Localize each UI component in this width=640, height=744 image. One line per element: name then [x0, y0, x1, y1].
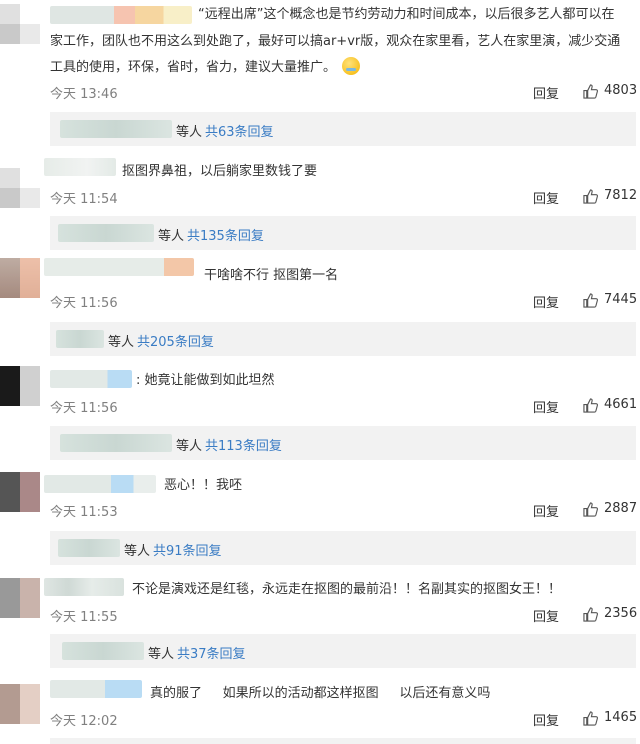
like-count: 4661: [604, 397, 638, 412]
comment-text: 家工作，团队也不用这么到处跑了，最好可以搞ar+vr版，观众在家里看，艺人在家里…: [50, 34, 621, 49]
replies-etc: 等人: [124, 544, 151, 559]
avatar[interactable]: [0, 4, 40, 44]
username-blurred[interactable]: [44, 578, 124, 596]
username-blurred[interactable]: [44, 258, 194, 276]
reply-button[interactable]: 回复: [533, 710, 559, 729]
replies-etc: 等人: [158, 229, 185, 244]
timestamp: 今天 13:46: [50, 87, 118, 102]
like-count: 1465: [604, 710, 638, 725]
replies-bar[interactable]: 等人 共113条回复: [50, 426, 636, 460]
replies-bar[interactable]: 等人 共135条回复: [50, 216, 636, 250]
timestamp: 今天 11:54: [50, 192, 118, 207]
thumbs-up-icon[interactable]: [583, 607, 598, 622]
replies-count-link[interactable]: 共37条回复: [177, 643, 246, 662]
thumbs-up-icon[interactable]: [583, 293, 598, 308]
avatar[interactable]: [0, 168, 40, 208]
username-blurred[interactable]: [50, 6, 192, 24]
replier-names-blurred: [60, 434, 172, 452]
replies-etc: 等人: [176, 439, 203, 454]
username-blurred[interactable]: [44, 158, 116, 176]
reply-button[interactable]: 回复: [533, 292, 559, 311]
replies-bar[interactable]: 等人 共91条回复: [50, 531, 636, 565]
thumbs-up-icon[interactable]: [583, 189, 598, 204]
replies-count-link[interactable]: 共91条回复: [153, 540, 222, 559]
replier-names-blurred: [56, 330, 104, 348]
replies-bar[interactable]: 等人 共205条回复: [50, 322, 636, 356]
reply-button[interactable]: 回复: [533, 83, 559, 102]
replier-names-blurred: [58, 224, 154, 242]
like-count: 2356: [604, 606, 638, 621]
avatar[interactable]: [0, 472, 40, 512]
replies-bar[interactable]: [50, 738, 636, 744]
like-count: 4803: [604, 83, 638, 98]
timestamp: 今天 12:02: [50, 714, 118, 729]
replies-etc: 等人: [148, 647, 175, 662]
replies-bar[interactable]: 等人 共63条回复: [50, 112, 636, 146]
reply-button[interactable]: 回复: [533, 188, 559, 207]
comment-text: 工具的使用，环保，省时，省力，建议大量推广。: [50, 57, 361, 78]
username-blurred[interactable]: [50, 370, 132, 388]
comment-text: 真的服了 如果所以的活动都这样抠图 以后还有意义吗: [150, 686, 491, 701]
avatar[interactable]: [0, 578, 40, 618]
username-blurred[interactable]: [44, 475, 156, 493]
comment-text: 恶心！！我呸: [164, 478, 243, 493]
thumbs-up-icon[interactable]: [583, 502, 598, 517]
avatar[interactable]: [0, 684, 40, 724]
comment-text: : 她竟让能做到如此坦然: [136, 373, 275, 388]
replies-count-link[interactable]: 共113条回复: [205, 435, 282, 454]
replies-count-link[interactable]: 共205条回复: [137, 331, 214, 350]
username-blurred[interactable]: [50, 680, 142, 698]
reply-button[interactable]: 回复: [533, 501, 559, 520]
replier-names-blurred: [60, 120, 172, 138]
timestamp: 今天 11:53: [50, 505, 118, 520]
replies-etc: 等人: [176, 125, 203, 140]
timestamp: 今天 11:56: [50, 296, 118, 311]
avatar[interactable]: [0, 366, 40, 406]
smile-emoji-icon: [342, 57, 361, 75]
comment-text: “远程出席”这个概念也是节约劳动力和时间成本，以后很多艺人都可以在: [198, 7, 615, 22]
replier-names-blurred: [62, 642, 144, 660]
reply-button[interactable]: 回复: [533, 606, 559, 625]
like-count: 2887: [604, 501, 638, 516]
comment-text: 抠图界鼻祖，以后躺家里数钱了要: [122, 164, 318, 179]
like-count: 7812: [604, 188, 638, 203]
replies-count-link[interactable]: 共63条回复: [205, 121, 274, 140]
replies-bar[interactable]: 等人 共37条回复: [50, 634, 636, 668]
replier-names-blurred: [58, 539, 120, 557]
comment-text: 干啥啥不行 抠图第一名: [204, 268, 339, 283]
thumbs-up-icon[interactable]: [583, 711, 598, 726]
timestamp: 今天 11:56: [50, 401, 118, 416]
replies-count-link[interactable]: 共135条回复: [187, 225, 264, 244]
reply-button[interactable]: 回复: [533, 397, 559, 416]
replies-etc: 等人: [108, 335, 135, 350]
like-count: 7445: [604, 292, 638, 307]
timestamp: 今天 11:55: [50, 610, 118, 625]
avatar[interactable]: [0, 258, 40, 298]
thumbs-up-icon[interactable]: [583, 84, 598, 99]
thumbs-up-icon[interactable]: [583, 398, 598, 413]
comment-text: 不论是演戏还是红毯，永远走在抠图的最前沿！！名副其实的抠图女王！！: [132, 582, 562, 597]
